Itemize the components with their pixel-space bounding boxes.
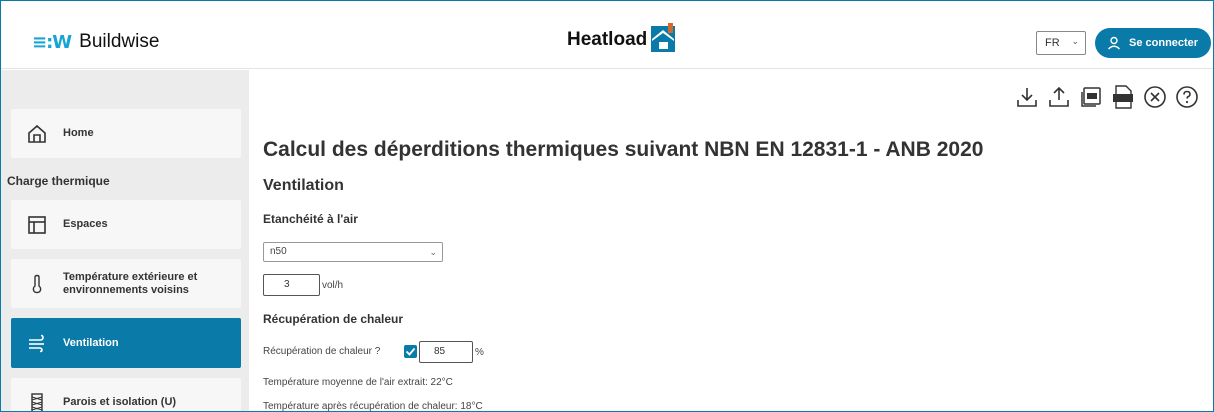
house-logo-icon bbox=[651, 23, 676, 52]
airtightness-unit: vol/h bbox=[322, 280, 344, 291]
upload-icon bbox=[1049, 86, 1069, 107]
login-label: Se connecter bbox=[1129, 37, 1199, 49]
docx-icon bbox=[1113, 85, 1133, 109]
app-logo: Heatload bbox=[567, 23, 676, 55]
thermometer-icon bbox=[32, 274, 42, 293]
heat-recovery-unit: % bbox=[475, 347, 484, 358]
download-icon bbox=[1017, 88, 1037, 107]
sidebar-item-label: Température extérieure et environnements… bbox=[63, 270, 198, 296]
brand-name: Buildwise bbox=[79, 31, 160, 52]
login-button[interactable]: Se connecter bbox=[1095, 28, 1211, 58]
download-button[interactable] bbox=[1014, 84, 1040, 110]
sidebar-item-ventilation[interactable]: Ventilation bbox=[11, 318, 241, 368]
heat-recovery-question: Récupération de chaleur ? bbox=[263, 346, 381, 357]
sidebar-item-label: Ventilation bbox=[63, 336, 119, 349]
buildwise-mark-icon: ≡:W bbox=[32, 31, 72, 53]
sidebar-item-espaces[interactable]: Espaces bbox=[11, 200, 241, 249]
recovered-temperature: Température après récupération de chaleu… bbox=[263, 401, 483, 412]
layout-icon bbox=[28, 215, 46, 234]
heat-recovery-checkbox[interactable] bbox=[404, 345, 417, 358]
sidebar: Home Charge thermique Espaces Températur… bbox=[1, 70, 249, 411]
sidebar-item-label: Espaces bbox=[63, 218, 108, 230]
pdf-icon bbox=[1081, 87, 1101, 107]
sidebar-item-temperature[interactable]: Température extérieure et environnements… bbox=[11, 259, 241, 308]
sidebar-item-label: Home bbox=[63, 127, 94, 139]
main-content: Calcul des déperditions thermiques suiva… bbox=[249, 70, 1213, 412]
checkmark-icon bbox=[405, 347, 416, 356]
language-select[interactable]: FR ⌄ bbox=[1036, 31, 1086, 55]
pdf-button[interactable] bbox=[1078, 84, 1104, 110]
help-icon bbox=[1176, 86, 1198, 108]
docx-button[interactable] bbox=[1110, 84, 1136, 110]
close-circle-icon bbox=[1144, 86, 1166, 108]
toolbar bbox=[1014, 84, 1200, 110]
sidebar-item-home[interactable]: Home bbox=[11, 109, 241, 158]
airtightness-select[interactable]: n50 ⌄ bbox=[263, 242, 443, 262]
chevron-down-icon: ⌄ bbox=[1071, 36, 1079, 46]
wall-icon bbox=[31, 392, 43, 411]
language-value: FR bbox=[1045, 37, 1060, 49]
wind-icon bbox=[29, 334, 44, 353]
extract-air-temperature: Température moyenne de l'air extrait: 22… bbox=[263, 377, 453, 388]
section-heading: Ventilation bbox=[263, 177, 344, 194]
top-bar: ≡:W Buildwise Heatload FR ⌄ Se connecter bbox=[1, 1, 1213, 69]
user-icon bbox=[1108, 36, 1120, 50]
upload-button[interactable] bbox=[1046, 84, 1072, 110]
chevron-down-icon: ⌄ bbox=[429, 247, 437, 257]
page-title: Calcul des déperditions thermiques suiva… bbox=[263, 138, 984, 161]
sidebar-item-label: Parois et isolation (U) bbox=[63, 396, 177, 408]
section-title: Charge thermique bbox=[7, 174, 110, 188]
help-button[interactable] bbox=[1174, 84, 1200, 110]
heat-recovery-heading: Récupération de chaleur bbox=[263, 312, 404, 326]
brand-logo[interactable]: ≡:W Buildwise bbox=[32, 31, 159, 53]
airtightness-heading: Etanchéité à l'air bbox=[263, 212, 358, 226]
app-window: ≡:W Buildwise Heatload FR ⌄ Se connecter bbox=[0, 0, 1214, 412]
airtightness-value-input[interactable]: 3 bbox=[263, 274, 320, 296]
heat-recovery-value-input[interactable]: 85 bbox=[419, 341, 473, 363]
home-icon bbox=[28, 124, 46, 143]
airtightness-select-value: n50 bbox=[270, 246, 287, 257]
close-button[interactable] bbox=[1142, 84, 1168, 110]
app-name: Heatload bbox=[567, 29, 648, 50]
sidebar-item-parois[interactable]: Parois et isolation (U) bbox=[11, 378, 241, 411]
